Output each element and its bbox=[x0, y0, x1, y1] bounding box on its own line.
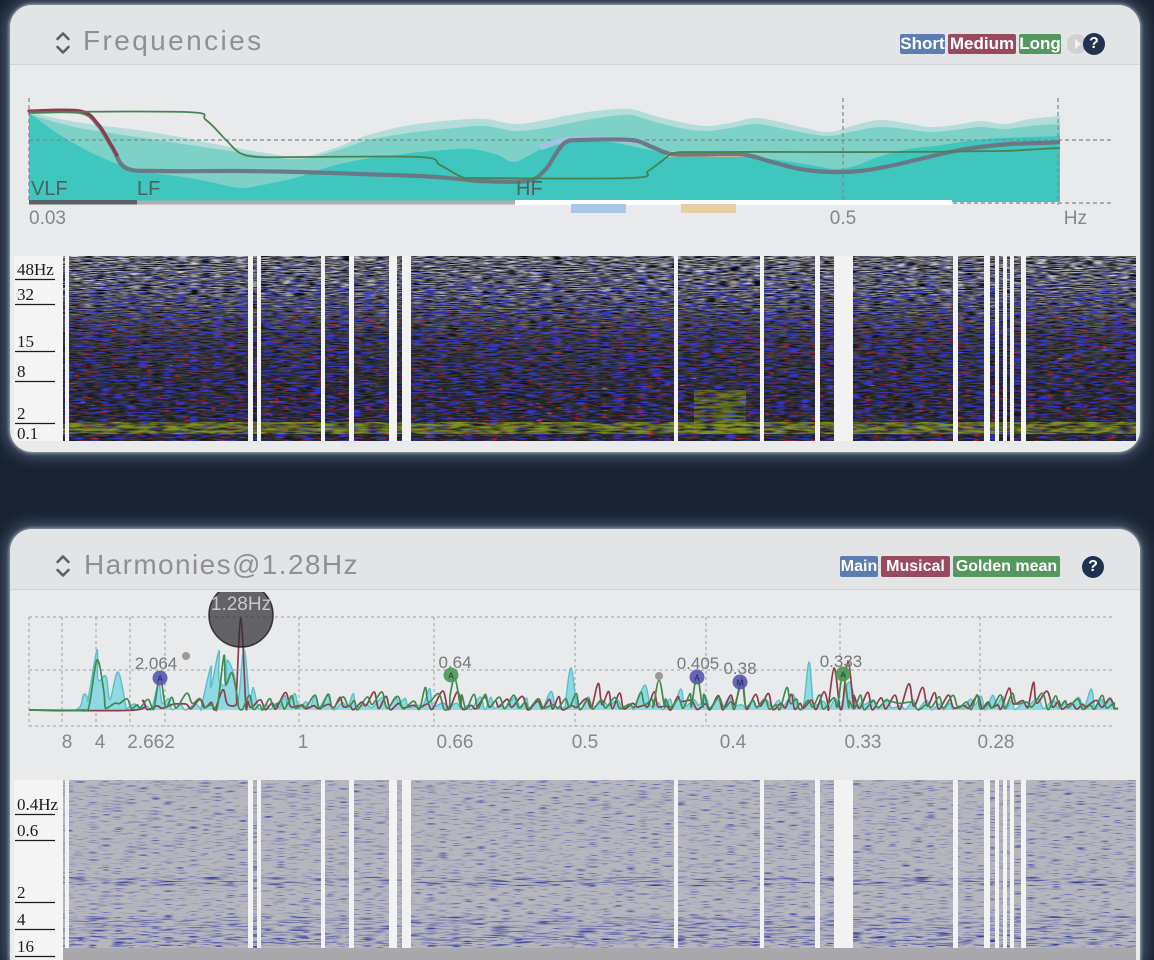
svg-text:0.03: 0.03 bbox=[29, 208, 66, 229]
svg-text:A: A bbox=[694, 674, 700, 683]
svg-text:4: 4 bbox=[95, 732, 106, 753]
svg-text:2: 2 bbox=[17, 404, 26, 423]
svg-text:15: 15 bbox=[17, 332, 34, 351]
svg-text:A: A bbox=[157, 675, 163, 684]
svg-text:8: 8 bbox=[62, 732, 73, 753]
svg-text:LF: LF bbox=[137, 178, 160, 200]
svg-text:4: 4 bbox=[17, 910, 26, 929]
svg-text:0.66: 0.66 bbox=[437, 732, 474, 753]
svg-text:0.6: 0.6 bbox=[17, 821, 38, 840]
svg-text:0.5: 0.5 bbox=[830, 208, 856, 229]
svg-text:0.33: 0.33 bbox=[845, 732, 882, 753]
svg-text:1: 1 bbox=[298, 732, 309, 753]
svg-text:HF: HF bbox=[516, 178, 543, 200]
svg-text:Hz: Hz bbox=[1064, 208, 1087, 229]
svg-text:2.064: 2.064 bbox=[135, 654, 178, 673]
svg-text:0.4Hz: 0.4Hz bbox=[17, 795, 59, 814]
svg-text:2: 2 bbox=[17, 883, 26, 902]
svg-text:0.405: 0.405 bbox=[677, 654, 720, 673]
svg-text:1.28Hz: 1.28Hz bbox=[211, 594, 271, 615]
svg-text:M: M bbox=[737, 679, 744, 688]
svg-text:A: A bbox=[840, 671, 846, 680]
svg-text:VLF: VLF bbox=[31, 178, 68, 200]
svg-text:0.28: 0.28 bbox=[978, 732, 1015, 753]
svg-text:2.662: 2.662 bbox=[127, 732, 175, 753]
svg-text:A: A bbox=[448, 672, 454, 681]
svg-text:16: 16 bbox=[17, 937, 34, 956]
svg-text:48Hz: 48Hz bbox=[17, 260, 54, 279]
svg-text:0.1: 0.1 bbox=[17, 424, 38, 443]
svg-text:32: 32 bbox=[17, 285, 34, 304]
svg-text:0.4: 0.4 bbox=[720, 732, 747, 753]
svg-text:8: 8 bbox=[17, 362, 26, 381]
svg-text:0.333: 0.333 bbox=[820, 652, 863, 671]
svg-text:0.38: 0.38 bbox=[723, 659, 756, 678]
svg-text:0.5: 0.5 bbox=[572, 732, 598, 753]
svg-text:0.64: 0.64 bbox=[438, 653, 471, 672]
